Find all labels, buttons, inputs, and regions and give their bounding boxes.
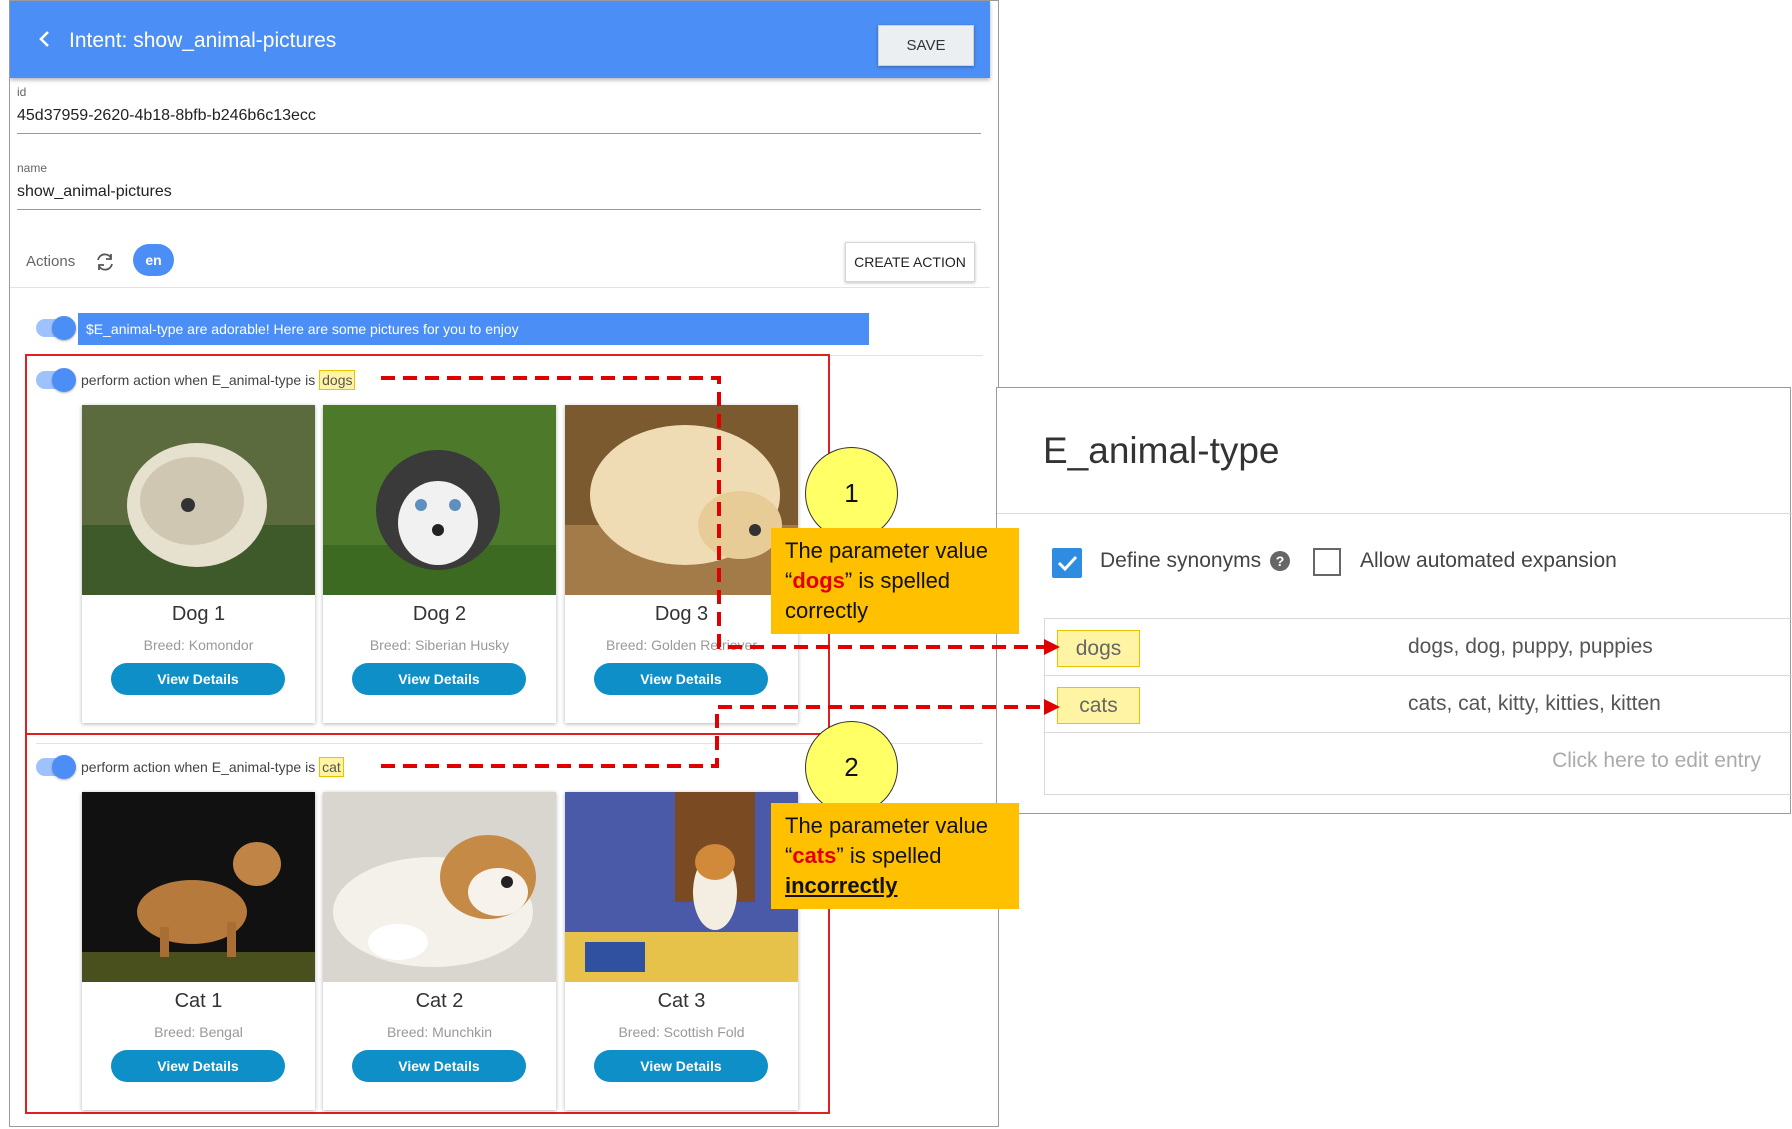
callout-highlight: cats xyxy=(792,843,837,868)
annotation-callout-1: The parameter value “dogs” is spelled co… xyxy=(771,528,1019,634)
annotation-callout-2: The parameter value “cats” is spelled inc… xyxy=(771,803,1019,909)
callout-text: ” is spelled xyxy=(836,843,942,868)
annotation-marker-1: 1 xyxy=(805,447,898,540)
callout-highlight: dogs xyxy=(792,568,845,593)
annotation-marker-2: 2 xyxy=(805,721,898,814)
callout-emphasis: incorrectly xyxy=(785,873,898,898)
